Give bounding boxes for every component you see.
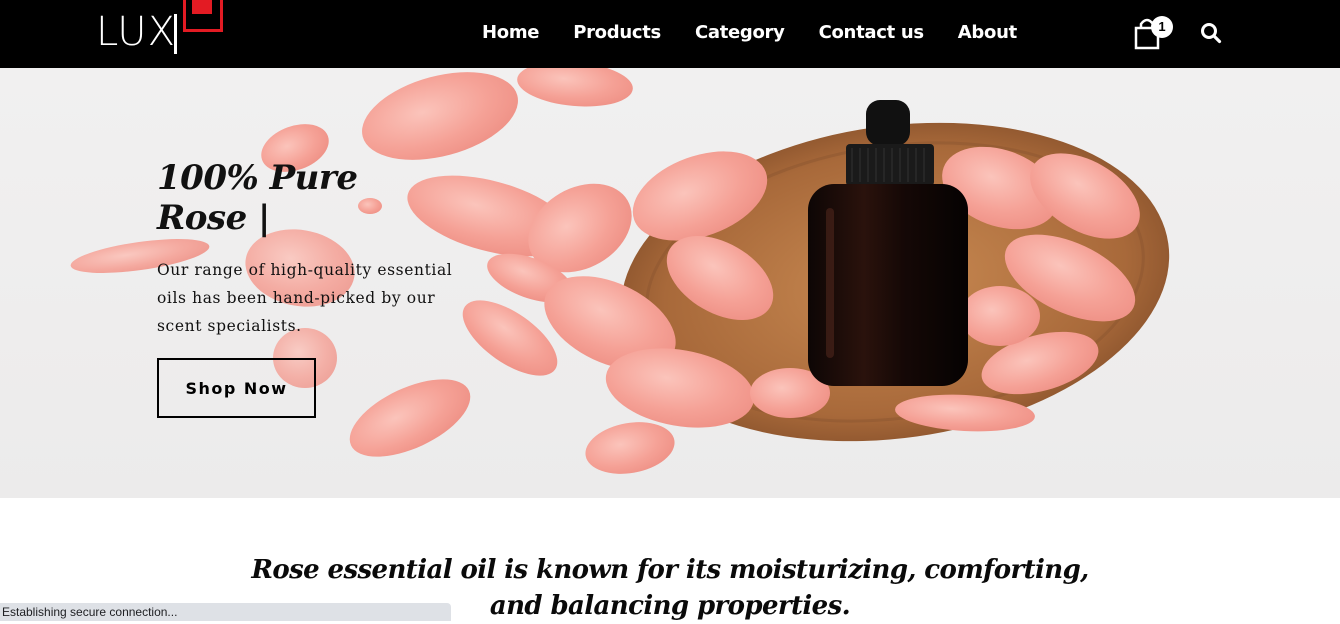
hero-title-line1: 100% Pure [157,158,358,198]
cart-button[interactable]: 1 [1134,14,1174,54]
nav-products[interactable]: Products [573,22,661,43]
search-icon [1201,23,1222,44]
search-button[interactable] [1200,22,1222,44]
shop-now-button[interactable]: Shop Now [157,358,316,418]
site-header: LUX Home Products Category Contact us Ab… [0,0,1340,68]
nav-home[interactable]: Home [482,22,540,43]
hero-description: Our range of high-quality essential oils… [157,261,453,335]
logo-divider [174,14,177,54]
logo-mark [183,0,223,32]
tagline-line1: Rose essential oil is known for its mois… [251,555,1089,585]
hero-title: 100% Pure Rose | [157,158,377,238]
logo-mark-fill [192,0,212,14]
main-nav: Home Products Category Contact us About [482,22,1017,43]
hero-title-line2: Rose | [157,198,270,238]
browser-status-bar: Establishing secure connection... [0,603,451,621]
cart-count-badge: 1 [1151,16,1173,38]
nav-about[interactable]: About [958,22,1017,43]
nav-category[interactable]: Category [695,22,785,43]
logo[interactable]: LUX [96,0,236,60]
logo-text: LUX [96,9,176,55]
nav-contact-us[interactable]: Contact us [819,22,925,43]
hero-banner: 100% Pure Rose | Our range of high-quali… [0,68,1340,498]
